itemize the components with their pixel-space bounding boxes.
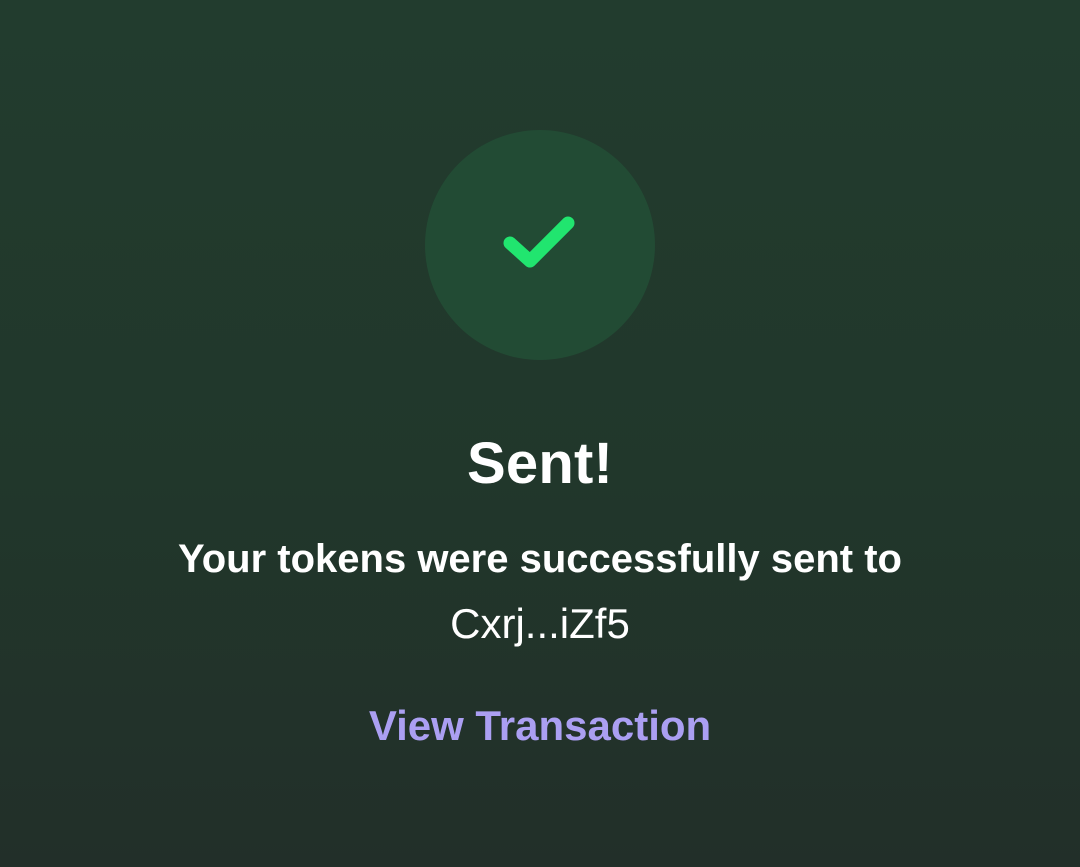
success-circle xyxy=(425,130,655,360)
checkmark-icon xyxy=(503,216,575,268)
success-panel: Sent! Your tokens were successfully sent… xyxy=(0,0,1080,867)
view-transaction-link[interactable]: View Transaction xyxy=(340,700,740,752)
recipient-address: Cxrj...iZf5 xyxy=(450,600,630,647)
status-message: Your tokens were successfully sent to xyxy=(178,537,902,581)
status-title: Sent! xyxy=(467,431,613,496)
